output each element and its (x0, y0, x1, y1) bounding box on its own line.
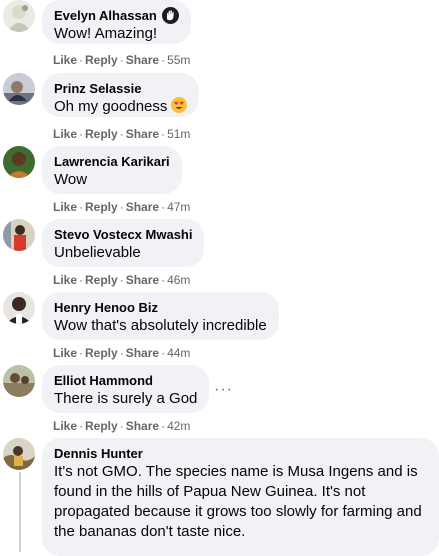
separator-dot: · (161, 273, 166, 287)
avatar[interactable] (3, 292, 35, 324)
comment-text: There is surely a God (54, 390, 198, 407)
avatar[interactable] (3, 219, 35, 251)
comment-author[interactable]: Dennis Hunter (54, 445, 427, 462)
comment-actions: Like · Reply · Share · 42m (53, 418, 190, 434)
separator-dot: · (79, 419, 84, 433)
share-link[interactable]: Share (126, 273, 159, 287)
share-link[interactable]: Share (126, 53, 159, 67)
comment-actions: Like · Reply · Share · 46m (53, 272, 190, 288)
comment-actions: Like · Reply · Share · 55m (53, 52, 190, 68)
like-link[interactable]: Like (53, 346, 77, 360)
reply-link[interactable]: Reply (85, 346, 118, 360)
share-link[interactable]: Share (126, 419, 159, 433)
separator-dot: · (119, 127, 124, 141)
comment-text: Oh my goodness (54, 98, 168, 115)
comment-timestamp[interactable]: 51m (167, 127, 190, 141)
comment-timestamp[interactable]: 47m (167, 200, 190, 214)
separator-dot: · (161, 419, 166, 433)
comment-bubble: Elliot Hammond There is surely a God (42, 365, 210, 413)
comment-author[interactable]: Lawrencia Karikari (54, 153, 170, 170)
comment-text: Wow (54, 171, 88, 188)
comment-actions: Like · Reply · Share · 51m (53, 126, 190, 142)
comment-timestamp[interactable]: 46m (167, 273, 190, 287)
comment-timestamp[interactable]: 55m (167, 53, 190, 67)
separator-dot: · (79, 273, 84, 287)
comment-author[interactable]: Henry Henoo Biz (54, 299, 267, 316)
comment-text: Wow! Amazing! (54, 25, 158, 42)
comment-text: Unbelievable (54, 244, 141, 261)
separator-dot: · (161, 53, 166, 67)
comment-bubble: Evelyn Alhassan Wow! Amazing! (42, 0, 191, 44)
separator-dot: · (119, 273, 124, 287)
separator-dot: · (119, 346, 124, 360)
comment-bubble: Henry Henoo Biz Wow that's absolutely in… (42, 292, 279, 340)
like-link[interactable]: Like (53, 127, 77, 141)
avatar[interactable] (3, 365, 35, 397)
separator-dot: · (161, 200, 166, 214)
reply-link[interactable]: Reply (85, 273, 118, 287)
separator-dot: · (161, 127, 166, 141)
avatar[interactable] (3, 146, 35, 178)
separator-dot: · (119, 419, 124, 433)
like-link[interactable]: Like (53, 419, 77, 433)
comment-text-line: Oh my goodness (54, 97, 188, 117)
comment-bubble: Stevo Vostecx Mwashi Unbelievable (42, 219, 205, 267)
separator-dot: · (79, 53, 84, 67)
separator-dot: · (79, 346, 84, 360)
reply-thread-line (19, 472, 21, 552)
reply-link[interactable]: Reply (85, 200, 118, 214)
reply-link[interactable]: Reply (85, 127, 118, 141)
comment-actions: Like · Reply · Share · 47m (53, 199, 190, 215)
like-link[interactable]: Like (53, 53, 77, 67)
comment-timestamp[interactable]: 44m (167, 346, 190, 360)
avatar[interactable] (3, 73, 35, 105)
separator-dot: · (79, 200, 84, 214)
avatar[interactable] (3, 438, 35, 470)
comment-bubble: Dennis Hunter It's not GMO. The species … (42, 438, 439, 556)
comment-author[interactable]: Prinz Selassie (54, 80, 187, 97)
comment-author[interactable]: Evelyn Alhassan (54, 7, 157, 24)
avatar[interactable] (3, 0, 35, 32)
separator-dot: · (79, 127, 84, 141)
share-link[interactable]: Share (126, 127, 159, 141)
heart-eyes-emoji-icon (171, 97, 188, 113)
like-link[interactable]: Like (53, 200, 77, 214)
like-link[interactable]: Like (53, 273, 77, 287)
more-options-icon[interactable]: ··· (214, 382, 233, 398)
comment-bubble: Lawrencia Karikari Wow (42, 146, 182, 194)
comment-author[interactable]: Elliot Hammond (54, 372, 197, 389)
share-link[interactable]: Share (126, 346, 159, 360)
separator-dot: · (119, 200, 124, 214)
separator-dot: · (119, 53, 124, 67)
reply-link[interactable]: Reply (85, 53, 118, 67)
comment-actions: Like · Reply · Share · 44m (53, 345, 190, 361)
comment-timestamp[interactable]: 42m (167, 419, 190, 433)
share-link[interactable]: Share (126, 200, 159, 214)
comment-text: Wow that's absolutely incredible (54, 317, 267, 334)
comment-bubble: Prinz Selassie Oh my goodness (42, 73, 200, 117)
separator-dot: · (161, 346, 166, 360)
reply-link[interactable]: Reply (85, 419, 118, 433)
comment-text: It's not GMO. The species name is Musa I… (54, 463, 422, 540)
waving-hand-icon (161, 7, 179, 24)
comment-author[interactable]: Stevo Vostecx Mwashi (54, 226, 192, 243)
